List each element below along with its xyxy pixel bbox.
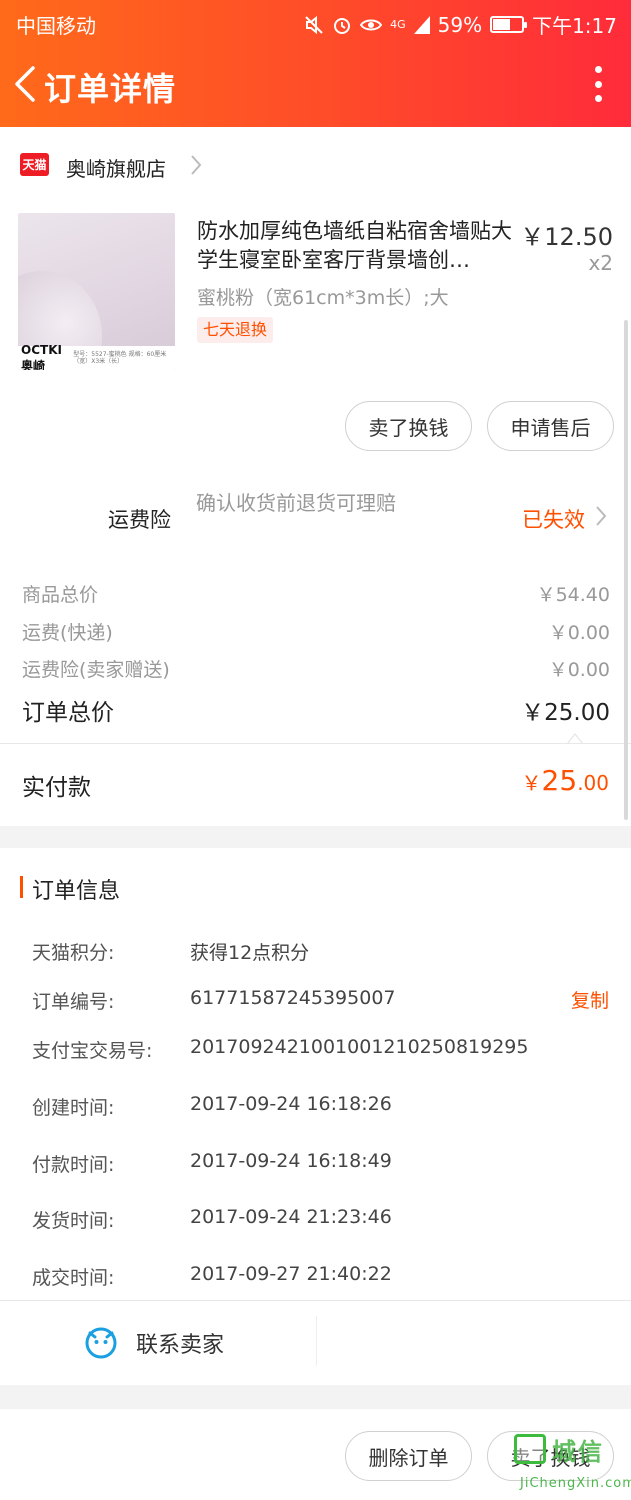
- order-number-value: 61771587245395007: [190, 987, 396, 1009]
- shipped-time-value: 2017-09-24 21:23:46: [190, 1206, 392, 1228]
- section-accent-bar: [20, 876, 23, 898]
- product-image-spec: 型号：5527-蜜桃色 规格：60厘米（宽）X3米（长）: [73, 351, 167, 365]
- page-title: 订单详情: [44, 70, 177, 108]
- battery-icon: [490, 16, 528, 33]
- order-total-row: 订单总价 ￥25.00: [22, 693, 610, 727]
- paid-currency-symbol: ￥: [521, 771, 542, 795]
- chat-face-icon: [85, 1327, 117, 1359]
- more-dot-icon: [594, 66, 602, 73]
- goods-total-row: 商品总价 ￥54.40: [22, 580, 610, 607]
- info-label: 发货时间:: [32, 1210, 115, 1232]
- shop-name: 奥崎旗舰店: [66, 157, 166, 181]
- chevron-left-icon: [15, 66, 35, 102]
- created-time-value: 2017-09-24 16:18:26: [190, 1093, 392, 1115]
- shipping-insurance-desc: 确认收货前退货可理赔: [196, 491, 396, 515]
- return-policy-tag: 七天退换: [197, 317, 274, 343]
- product-image-brand: OCTKI奥崎: [21, 342, 62, 371]
- info-label: 创建时间:: [32, 1097, 115, 1119]
- goods-total-label: 商品总价: [22, 584, 99, 606]
- carrier-name: 中国移动: [16, 14, 96, 38]
- completed-time-value: 2017-09-27 21:40:22: [190, 1263, 392, 1285]
- shipping-fee-value: ￥0.00: [548, 622, 610, 644]
- chevron-right-icon: [191, 155, 202, 175]
- order-info-title: 订单信息: [32, 879, 121, 904]
- copy-order-number-button[interactable]: 复制: [571, 986, 609, 1013]
- product-title[interactable]: 防水加厚纯色墙纸自粘宿舍墙贴大学生寝室卧室客厅背景墙创…: [197, 217, 519, 275]
- app-header: 中国移动 4G 59% 下午1:17 订单详情: [0, 0, 631, 127]
- network-type: 4G: [390, 17, 406, 31]
- product-image-brandbar: OCTKI奥崎 型号：5527-蜜桃色 规格：60厘米（宽）X3米（长）: [18, 342, 175, 371]
- goods-total-value: ￥54.40: [536, 584, 610, 606]
- product-sku: 蜜桃粉（宽61cm*3m长）;大: [197, 287, 449, 309]
- mute-icon: [305, 15, 323, 34]
- info-label: 天猫积分:: [32, 942, 115, 964]
- status-bar: 中国移动 4G 59% 下午1:17: [0, 0, 631, 44]
- info-label: 支付宝交易号:: [32, 1040, 153, 1062]
- sell-for-cash-button[interactable]: 卖了换钱: [345, 401, 472, 451]
- more-dot-icon: [594, 80, 602, 88]
- paid-amount-value: ￥25.00: [522, 764, 609, 797]
- section-gap: [0, 826, 631, 848]
- back-button[interactable]: [8, 62, 42, 106]
- battery-percent: 59%: [437, 12, 483, 37]
- alipay-trade-number-value: 2017092421001001210250819295: [190, 1036, 529, 1058]
- insurance-fee-value: ￥0.00: [548, 659, 610, 681]
- shipping-fee-label: 运费(快递): [22, 622, 113, 644]
- more-dot-icon: [594, 95, 602, 102]
- order-total-label: 订单总价: [22, 700, 114, 726]
- signal-icon: [413, 15, 430, 34]
- vertical-divider: [316, 1316, 317, 1366]
- paid-time-value: 2017-09-24 16:18:49: [190, 1150, 392, 1172]
- more-menu-button[interactable]: [591, 66, 605, 102]
- info-label: 成交时间:: [32, 1267, 115, 1289]
- delete-order-button[interactable]: 删除订单: [345, 1431, 472, 1481]
- watermark-logo-icon: [514, 1434, 546, 1464]
- shipping-insurance-status[interactable]: 已失效: [522, 504, 585, 534]
- shop-link[interactable]: 天猫 奥崎旗舰店: [0, 127, 631, 203]
- chevron-right-icon[interactable]: [595, 505, 607, 527]
- order-total-value: ￥25.00: [521, 700, 610, 726]
- info-label: 订单编号:: [32, 991, 115, 1013]
- tmall-badge: 天猫: [20, 153, 49, 176]
- alarm-icon: [334, 17, 351, 34]
- clock: 下午1:17: [532, 14, 617, 38]
- contact-seller-label: 联系卖家: [136, 1333, 225, 1358]
- eye-icon: [360, 19, 383, 30]
- after-sale-button[interactable]: 申请售后: [487, 401, 614, 451]
- watermark-url: JiChengXin.com: [520, 1476, 631, 1491]
- divider: [0, 743, 631, 744]
- insurance-fee-label: 运费险(卖家赠送): [22, 659, 170, 681]
- divider: [0, 1300, 631, 1301]
- scrollbar[interactable]: [624, 320, 628, 820]
- paid-amount-label: 实付款: [22, 775, 91, 801]
- product-image[interactable]: OCTKI奥崎 型号：5527-蜜桃色 规格：60厘米（宽）X3米（长）: [18, 213, 175, 370]
- product-price: ￥12.50: [520, 223, 613, 251]
- watermark-text: 城信: [552, 1438, 604, 1466]
- section-gap: [0, 1385, 631, 1409]
- watermark: 城信 JiChengXin.com: [512, 1432, 631, 1500]
- nav-bar: 订单详情: [0, 44, 631, 127]
- contact-seller-button[interactable]: 联系卖家: [84, 1326, 224, 1360]
- paid-decimal: .00: [577, 771, 609, 795]
- paid-integer: 25: [541, 764, 578, 797]
- product-quantity: x2: [588, 251, 613, 275]
- insurance-fee-row: 运费险(卖家赠送) ￥0.00: [22, 655, 610, 682]
- tmall-points-value: 获得12点积分: [190, 942, 310, 964]
- shipping-insurance-label: 运费险: [108, 508, 171, 532]
- info-label: 付款时间:: [32, 1154, 115, 1176]
- status-icons: 4G 59% 下午1:17: [304, 10, 617, 39]
- shipping-fee-row: 运费(快递) ￥0.00: [22, 618, 610, 645]
